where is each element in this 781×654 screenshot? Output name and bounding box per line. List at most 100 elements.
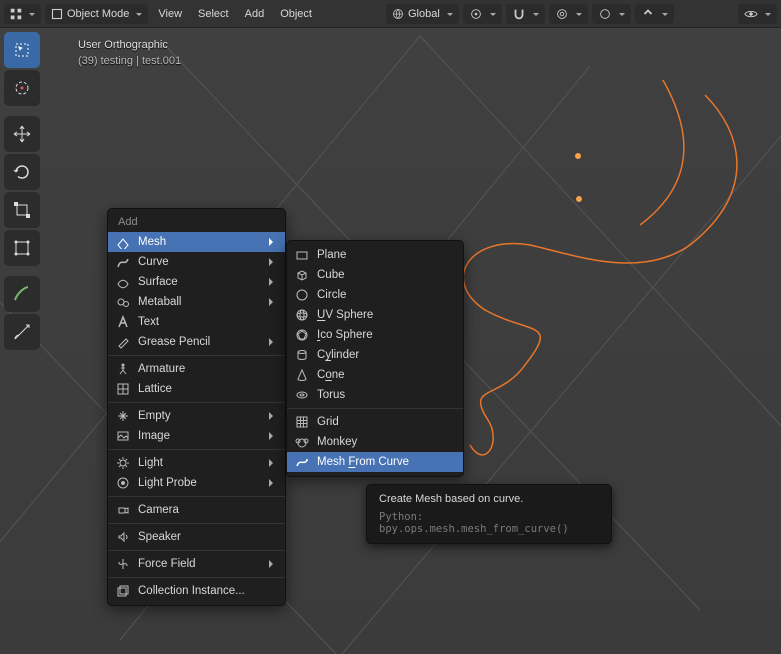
tool-rotate[interactable] — [4, 154, 40, 190]
add-menu-item-collection-instance-[interactable]: Collection Instance... — [108, 581, 285, 601]
viewport-info-line1: User Orthographic — [78, 39, 168, 51]
surface-icon — [116, 275, 130, 289]
add-menu-item-light-probe[interactable]: Light Probe — [108, 473, 285, 493]
add-menu-item-grease-pencil[interactable]: Grease Pencil — [108, 332, 285, 352]
add-menu-item-light[interactable]: Light — [108, 453, 285, 473]
tooltip-line2: Python: bpy.ops.mesh.mesh_from_curve() — [379, 511, 599, 535]
editor-type-dropdown[interactable] — [4, 4, 41, 24]
menu-item-label: Cone — [317, 369, 455, 381]
menu-object[interactable]: Object — [274, 8, 318, 20]
curve-icon — [116, 255, 130, 269]
tool-move[interactable] — [4, 116, 40, 152]
text-icon — [116, 315, 130, 329]
grid-icon — [295, 415, 309, 429]
add-menu-item-metaball[interactable]: Metaball — [108, 292, 285, 312]
mesh-menu-item-circle[interactable]: Circle — [287, 285, 463, 305]
menu-item-label: Monkey — [317, 436, 455, 448]
submenu-arrow-icon — [269, 459, 277, 467]
lightprobe-icon — [116, 476, 130, 490]
submenu-arrow-icon — [269, 258, 277, 266]
add-menu[interactable]: Add MeshCurveSurfaceMetaballTextGrease P… — [107, 208, 286, 606]
menu-item-label: Ico Sphere — [317, 329, 455, 341]
mesh-menu-item-grid[interactable]: Grid — [287, 412, 463, 432]
mesh-menu-item-plane[interactable]: Plane — [287, 245, 463, 265]
tool-annotate[interactable] — [4, 276, 40, 312]
submenu-arrow-icon — [269, 560, 277, 568]
torus-icon — [295, 388, 309, 402]
menu-item-label: Plane — [317, 249, 455, 261]
submenu-arrow-icon — [269, 432, 277, 440]
curve-point[interactable] — [576, 196, 582, 202]
overlay-options[interactable] — [592, 4, 631, 24]
tool-select-box[interactable] — [4, 32, 40, 68]
viewport-info-line2: (39) testing | test.001 — [78, 55, 181, 67]
menu-item-label: Torus — [317, 389, 455, 401]
submenu-arrow-icon — [269, 298, 277, 306]
gpencil-icon — [116, 335, 130, 349]
object-mode-icon — [51, 8, 63, 20]
circle-icon — [598, 7, 612, 21]
menu-item-label: Force Field — [138, 558, 261, 570]
mesh-menu-item-uv-sphere[interactable]: UV Sphere — [287, 305, 463, 325]
menu-select[interactable]: Select — [192, 8, 235, 20]
chevron-icon — [641, 7, 655, 21]
menu-item-label: Camera — [138, 504, 277, 516]
proportional-dropdown[interactable] — [549, 4, 588, 24]
menu-add[interactable]: Add — [239, 8, 271, 20]
add-menu-item-force-field[interactable]: Force Field — [108, 554, 285, 574]
add-menu-item-lattice[interactable]: Lattice — [108, 379, 285, 399]
mesh-menu-item-cone[interactable]: Cone — [287, 365, 463, 385]
plane-icon — [295, 248, 309, 262]
snap-dropdown[interactable] — [506, 4, 545, 24]
tool-measure[interactable] — [4, 314, 40, 350]
add-menu-item-curve[interactable]: Curve — [108, 252, 285, 272]
forcefield-icon — [116, 557, 130, 571]
add-menu-item-speaker[interactable]: Speaker — [108, 527, 285, 547]
metaball-icon — [116, 295, 130, 309]
proportional-icon — [555, 7, 569, 21]
curve-object[interactable] — [430, 80, 770, 480]
cube-icon — [295, 268, 309, 282]
add-menu-item-armature[interactable]: Armature — [108, 359, 285, 379]
menu-item-label: Light — [138, 457, 261, 469]
camera-icon — [116, 503, 130, 517]
menu-separator — [108, 355, 285, 356]
tool-transform[interactable] — [4, 230, 40, 266]
lattice-icon — [116, 382, 130, 396]
add-menu-item-surface[interactable]: Surface — [108, 272, 285, 292]
menu-item-label: Armature — [138, 363, 277, 375]
menu-item-label: Cylinder — [317, 349, 455, 361]
mesh-menu-item-monkey[interactable]: Monkey — [287, 432, 463, 452]
tool-sidebar — [0, 28, 44, 354]
mesh-menu-item-mesh-from-curve[interactable]: Mesh From Curve — [287, 452, 463, 472]
snap-icon — [512, 7, 526, 21]
light-icon — [116, 456, 130, 470]
add-menu-item-empty[interactable]: Empty — [108, 406, 285, 426]
mesh-menu-item-ico-sphere[interactable]: Ico Sphere — [287, 325, 463, 345]
mesh-icon — [116, 235, 130, 249]
mesh-menu-item-cube[interactable]: Cube — [287, 265, 463, 285]
meshfromcurve-icon — [295, 455, 309, 469]
mode-selector[interactable]: Object Mode — [45, 4, 148, 24]
add-menu-item-mesh[interactable]: Mesh — [108, 232, 285, 252]
add-menu-item-image[interactable]: Image — [108, 426, 285, 446]
tool-scale[interactable] — [4, 192, 40, 228]
mesh-menu-item-torus[interactable]: Torus — [287, 385, 463, 405]
submenu-arrow-icon — [269, 412, 277, 420]
add-menu-item-camera[interactable]: Camera — [108, 500, 285, 520]
submenu-arrow-icon — [269, 278, 277, 286]
shading-options[interactable] — [635, 4, 674, 24]
orientation-selector[interactable]: Global — [386, 4, 459, 24]
menu-item-label: Lattice — [138, 383, 277, 395]
menu-item-label: Image — [138, 430, 261, 442]
tool-cursor[interactable] — [4, 70, 40, 106]
mesh-submenu[interactable]: Plane Cube CircleUV Sphere Ico Sphere Cylind… — [286, 240, 464, 477]
add-menu-title: Add — [108, 213, 285, 232]
menu-item-label: Cube — [317, 269, 455, 281]
menu-view[interactable]: View — [152, 8, 188, 20]
mesh-menu-item-cylinder[interactable]: Cylinder — [287, 345, 463, 365]
view-visibility-dropdown[interactable] — [738, 4, 777, 24]
curve-point[interactable] — [575, 153, 581, 159]
pivot-dropdown[interactable] — [463, 4, 502, 24]
add-menu-item-text[interactable]: Text — [108, 312, 285, 332]
